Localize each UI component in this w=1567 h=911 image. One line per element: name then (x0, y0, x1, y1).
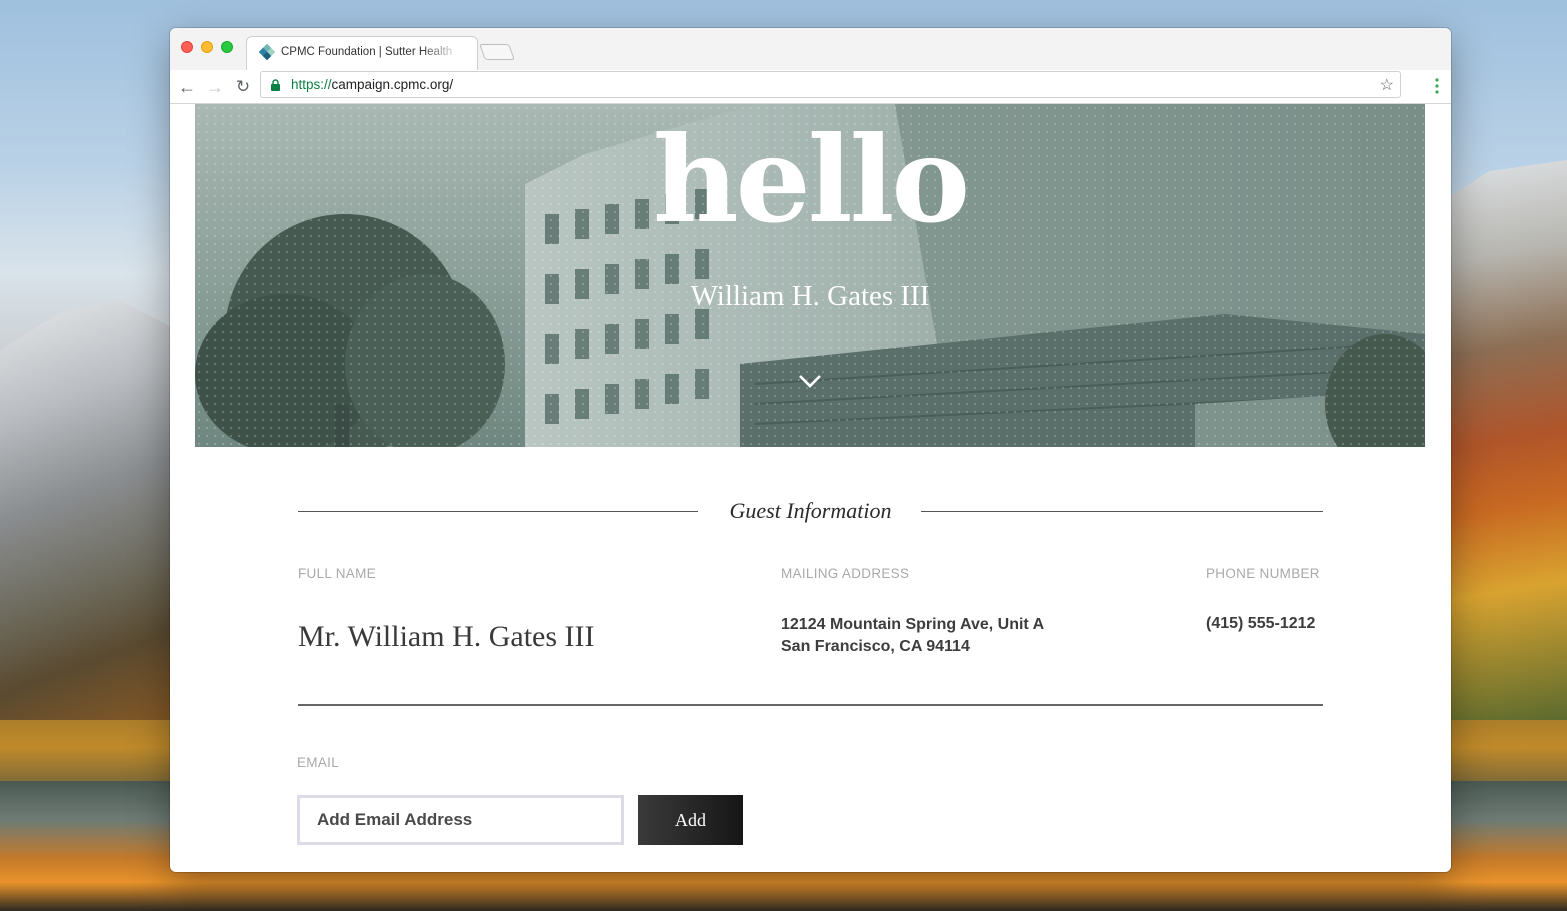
browser-toolbar: ← → ↻ https://campaign.cpmc.org/ ☆ (170, 70, 1451, 104)
back-arrow-icon[interactable]: ← (176, 76, 198, 98)
lock-icon (271, 79, 280, 91)
new-tab-button[interactable] (479, 44, 515, 60)
desktop-mountain-right (1437, 160, 1567, 720)
browser-window: CPMC Foundation | Sutter Health ← → ↻ ht… (170, 28, 1451, 872)
hero-banner: hello William H. Gates III (195, 104, 1425, 447)
menu-dots-icon[interactable] (1435, 78, 1439, 94)
email-label: EMAIL (297, 755, 340, 770)
guest-info-heading: Guest Information (298, 498, 1323, 528)
hero-greeting: hello (652, 110, 970, 249)
url-text: https://campaign.cpmc.org/ (291, 77, 453, 92)
full-name-label: FULL NAME (298, 566, 376, 581)
phone-number-label: PHONE NUMBER (1206, 566, 1320, 581)
heading-rule-right (921, 511, 1323, 512)
email-input[interactable] (297, 795, 624, 845)
minimize-window-button[interactable] (201, 41, 213, 53)
address-line-1: 12124 Mountain Spring Ave, Unit A (781, 616, 1045, 633)
url-host: campaign.cpmc.org/ (331, 77, 454, 92)
url-protocol: https:// (291, 77, 332, 92)
browser-tab[interactable]: CPMC Foundation | Sutter Health (246, 36, 478, 70)
star-icon[interactable]: ☆ (1380, 75, 1394, 95)
section-divider (298, 704, 1323, 706)
tab-bar: CPMC Foundation | Sutter Health (170, 28, 1451, 70)
chevron-down-icon[interactable] (798, 374, 822, 388)
forward-arrow-icon[interactable]: → (204, 76, 226, 98)
mailing-address-value: 12124 Mountain Spring Ave, Unit A San Fr… (781, 614, 1044, 658)
close-window-button[interactable] (181, 41, 193, 53)
full-name-value: Mr. William H. Gates III (298, 620, 595, 653)
mailing-address-label: MAILING ADDRESS (781, 566, 910, 581)
address-bar[interactable]: https://campaign.cpmc.org/ ☆ (260, 71, 1401, 98)
phone-number-value: (415) 555-1212 (1206, 615, 1316, 632)
maximize-window-button[interactable] (221, 41, 233, 53)
favicon-icon (259, 44, 275, 60)
address-line-2: San Francisco, CA 94114 (781, 638, 970, 655)
reload-icon[interactable]: ↻ (232, 76, 254, 98)
hero-guest-name: William H. Gates III (690, 280, 930, 312)
tab-title: CPMC Foundation | Sutter Health (281, 46, 453, 58)
add-email-button[interactable]: Add (638, 795, 743, 845)
